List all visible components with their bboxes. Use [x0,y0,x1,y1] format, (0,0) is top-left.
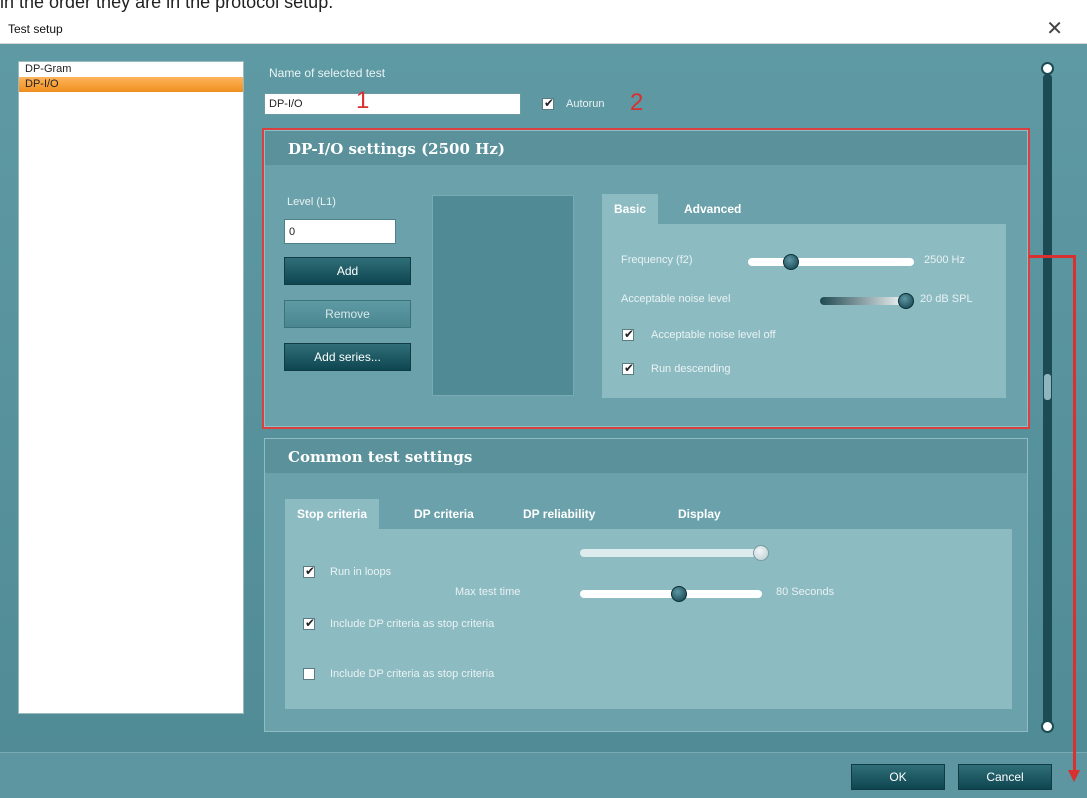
scroll-bottom-cap[interactable] [1041,720,1054,733]
noise-off-label: Acceptable noise level off [651,329,776,341]
run-descending-label: Run descending [651,363,731,375]
remove-button[interactable]: Remove [284,300,411,328]
include-dp-criteria-label-1: Include DP criteria as stop criteria [330,618,495,630]
window-titlebar: Test setup ✕ [0,16,1087,44]
test-name-label: Name of selected test [269,66,386,80]
frequency-slider[interactable] [748,258,914,266]
include-dp-criteria-label-2: Include DP criteria as stop criteria [330,668,495,680]
frequency-value: 2500 Hz [924,254,965,266]
level-list[interactable] [432,195,574,396]
test-name-input[interactable] [264,93,521,115]
loops-slider-thumb[interactable] [753,545,769,561]
loops-slider[interactable] [580,549,762,557]
frequency-slider-thumb[interactable] [783,254,799,270]
noise-level-slider[interactable] [820,297,910,305]
noise-level-value: 20 dB SPL [920,293,973,305]
frequency-label: Frequency (f2) [621,254,693,266]
common-settings-title: Common test settings [265,439,1027,473]
scroll-grip[interactable] [1044,374,1051,400]
test-list-item-dp-io[interactable]: DP-I/O [19,77,243,92]
noise-level-slider-thumb[interactable] [898,293,914,309]
tab-dp-criteria[interactable]: DP criteria [402,499,486,529]
scroll-top-cap[interactable] [1041,62,1054,75]
ok-button[interactable]: OK [851,764,945,790]
close-icon[interactable]: ✕ [1046,17,1063,41]
autorun-checkbox[interactable] [542,96,554,110]
run-descending-checkbox[interactable] [622,361,634,375]
test-list-item-dp-gram[interactable]: DP-Gram [19,62,243,77]
level-input[interactable] [284,219,396,244]
tab-advanced[interactable]: Advanced [672,194,753,224]
window-title: Test setup [8,22,63,36]
autorun-label: Autorun [566,98,605,110]
level-label: Level (L1) [287,196,336,208]
run-in-loops-checkbox[interactable] [303,564,315,578]
tab-dp-reliability[interactable]: DP reliability [511,499,607,529]
annotation-number-1: 1 [356,87,370,114]
run-in-loops-label: Run in loops [330,566,392,578]
tab-display[interactable]: Display [666,499,733,529]
noise-level-label: Acceptable noise level [621,293,731,305]
test-list[interactable]: DP-Gram DP-I/O [18,61,244,714]
dialog-footer: OK Cancel [0,752,1087,798]
test-setup-dialog: DP-Gram DP-I/O Name of selected test 1 A… [0,44,1087,798]
add-series-button[interactable]: Add series... [284,343,411,371]
include-dp-criteria-checkbox-2[interactable] [303,668,315,680]
annotation-arrow-head-icon [1068,770,1080,782]
max-test-time-slider-thumb[interactable] [671,586,687,602]
annotation-arrow-horizontal [1029,255,1076,258]
tab-basic[interactable]: Basic [602,194,659,224]
cancel-button[interactable]: Cancel [958,764,1052,790]
max-test-time-label: Max test time [455,586,521,598]
tab-stop-criteria[interactable]: Stop criteria [285,499,380,529]
add-button[interactable]: Add [284,257,411,285]
noise-off-checkbox[interactable] [622,327,634,341]
caption-text: in the order they are in the protocol se… [0,0,334,12]
max-test-time-value: 80 Seconds [776,586,835,598]
annotation-number-2: 2 [630,89,644,116]
annotation-arrow-vertical [1073,255,1076,775]
include-dp-criteria-checkbox-1[interactable] [303,616,315,630]
